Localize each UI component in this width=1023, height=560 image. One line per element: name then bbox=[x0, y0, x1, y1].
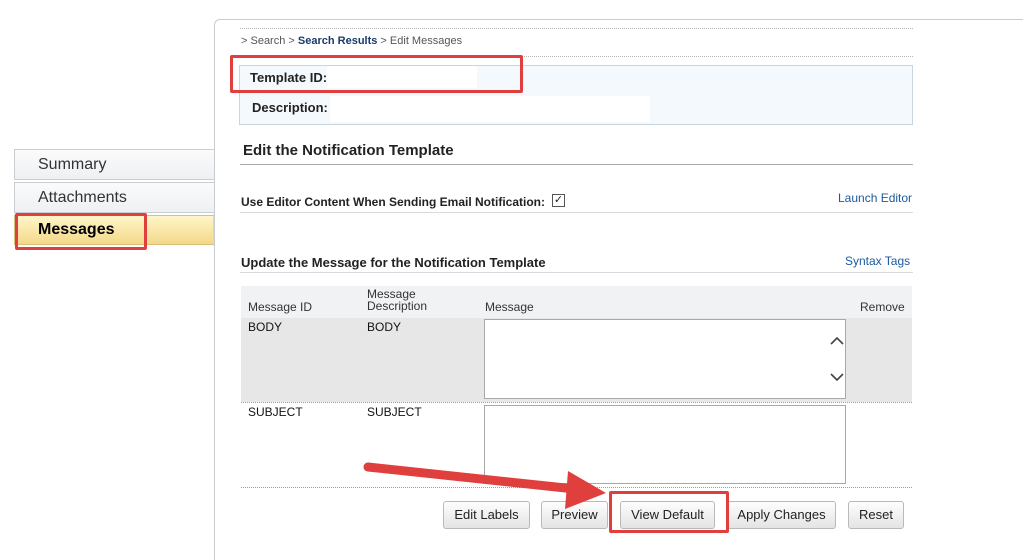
row-subject-message-description: SUBJECT bbox=[367, 405, 422, 419]
row-body-message-description: BODY bbox=[367, 320, 402, 334]
syntax-tags-link[interactable]: Syntax Tags bbox=[845, 254, 910, 268]
nav-item-attachments-label: Attachments bbox=[38, 189, 127, 206]
breadcrumb: > Search > Search Results > Edit Message… bbox=[241, 35, 462, 47]
divider-top bbox=[240, 28, 913, 29]
header-message: Message bbox=[485, 300, 534, 314]
reset-button[interactable]: Reset bbox=[848, 501, 904, 529]
annotation-template-id-highlight bbox=[230, 55, 523, 93]
annotation-view-default-highlight bbox=[609, 491, 729, 533]
breadcrumb-edit-messages: Edit Messages bbox=[389, 35, 463, 47]
description-label: Description: bbox=[252, 100, 328, 115]
divider-editor bbox=[240, 212, 913, 213]
nav-item-summary-label: Summary bbox=[38, 156, 107, 173]
nav-item-summary[interactable]: Summary bbox=[14, 149, 214, 180]
use-editor-checkbox[interactable]: ✓ bbox=[552, 194, 565, 207]
annotation-messages-highlight bbox=[15, 213, 147, 250]
edit-section-rule bbox=[240, 164, 913, 165]
annotation-arrow-icon bbox=[363, 462, 606, 509]
edit-section-title: Edit the Notification Template bbox=[243, 142, 454, 159]
breadcrumb-sep: > bbox=[377, 35, 390, 47]
body-message-textarea[interactable] bbox=[484, 319, 846, 399]
left-nav bbox=[0, 0, 215, 542]
header-message-description-line2: Description bbox=[367, 299, 428, 313]
description-value-bg bbox=[330, 96, 650, 122]
breadcrumb-search[interactable]: Search bbox=[250, 35, 285, 47]
body-textarea-scrollbar[interactable] bbox=[826, 320, 845, 398]
chevron-up-icon[interactable] bbox=[830, 336, 844, 346]
table-header bbox=[241, 286, 912, 319]
breadcrumb-sep: > bbox=[285, 35, 298, 47]
row-subject-message-id: SUBJECT bbox=[248, 405, 303, 419]
checkmark-icon: ✓ bbox=[553, 194, 564, 206]
use-editor-label: Use Editor Content When Sending Email No… bbox=[241, 195, 546, 209]
row-body-message-id: BODY bbox=[248, 320, 283, 334]
header-message-id: Message ID bbox=[248, 300, 313, 314]
divider-update bbox=[240, 272, 913, 273]
chevron-down-icon[interactable] bbox=[830, 372, 844, 382]
apply-changes-button[interactable]: Apply Changes bbox=[727, 501, 836, 529]
header-remove: Remove bbox=[860, 300, 905, 314]
update-section-title: Update the Message for the Notification … bbox=[241, 255, 546, 270]
nav-item-attachments[interactable]: Attachments bbox=[14, 182, 214, 213]
header-message-description: Message Description bbox=[367, 288, 427, 312]
launch-editor-link[interactable]: Launch Editor bbox=[838, 191, 912, 205]
breadcrumb-search-results[interactable]: Search Results bbox=[298, 35, 377, 47]
